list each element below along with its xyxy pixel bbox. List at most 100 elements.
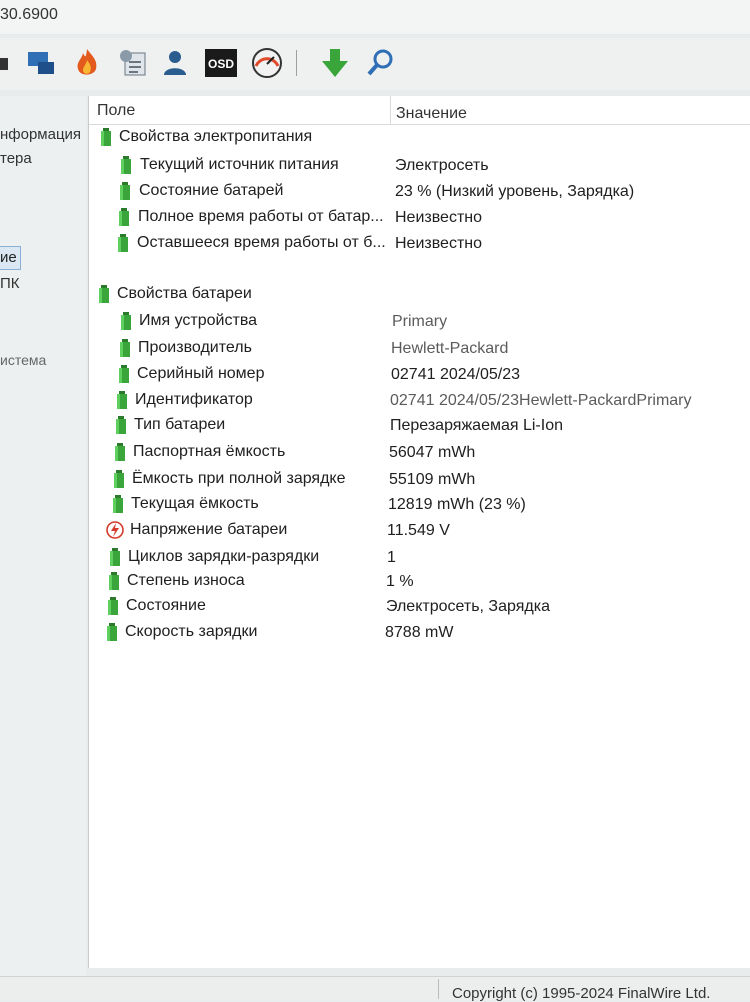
property-row[interactable]: Ёмкость при полной зарядке 55109 mWh — [89, 468, 750, 492]
property-field: Тип батареи — [134, 416, 226, 433]
group-row[interactable]: Свойства электропитания — [89, 126, 750, 150]
property-field: Текущий источник питания — [140, 156, 339, 173]
property-row[interactable]: Серийный номер 02741 2024/05/23 — [89, 363, 750, 387]
copyright-text: Copyright (c) 1995-2024 FinalWire Ltd. — [452, 985, 711, 1002]
nav-item[interactable]: нформация — [0, 126, 81, 143]
svg-text:OSD: OSD — [208, 57, 234, 71]
property-value: 8788 mW — [385, 624, 454, 641]
nav-item[interactable]: тера — [0, 150, 32, 167]
search-icon[interactable] — [364, 46, 398, 80]
property-value: 23 % (Низкий уровень, Зарядка) — [395, 183, 635, 200]
property-field: Идентификатор — [135, 391, 253, 408]
property-row[interactable]: Идентификатор 02741 2024/05/23Hewlett-Pac… — [89, 389, 750, 413]
property-field: Имя устройства — [139, 312, 258, 329]
property-field: Серийный номер — [137, 365, 265, 382]
property-field: Паспортная ёмкость — [133, 443, 286, 460]
status-bar: Copyright (c) 1995-2024 FinalWire Ltd. — [0, 976, 750, 1002]
property-list: Поле Значение Свойства электропитания Тек… — [88, 96, 750, 968]
property-value: 02741 2024/05/23 — [391, 366, 521, 383]
property-field: Циклов зарядки-разрядки — [128, 548, 320, 565]
group-row[interactable]: Свойства батареи — [89, 283, 750, 307]
property-value: Перезаряжаемая Li-Ion — [390, 417, 563, 434]
column-divider[interactable] — [390, 96, 391, 124]
group-title: Свойства батареи — [117, 285, 252, 302]
battery-icon — [111, 495, 125, 513]
property-value: 02741 2024/05/23Hewlett-PackardPrimary — [390, 392, 692, 409]
property-value: 55109 mWh — [389, 471, 476, 488]
battery-icon — [113, 443, 127, 461]
property-row[interactable]: Текущий источник питания Электросеть — [89, 154, 750, 178]
battery-icon — [107, 572, 121, 590]
property-field: Оставшееся время работы от б... — [137, 234, 386, 251]
property-row[interactable]: Скорость зарядки 8788 mW — [89, 621, 750, 645]
battery-icon — [105, 623, 119, 641]
property-row[interactable]: Производитель Hewlett-Packard — [89, 337, 750, 361]
group-title: Свойства электропитания — [119, 128, 313, 145]
battery-icon — [118, 182, 132, 200]
property-value: Primary — [392, 313, 448, 330]
property-field: Полное время работы от батар... — [138, 208, 384, 225]
property-row[interactable]: Циклов зарядки-разрядки 1 — [89, 546, 750, 570]
battery-icon — [114, 416, 128, 434]
property-row[interactable]: Полное время работы от батар... Неизвестн… — [89, 206, 750, 230]
nav-item-selected[interactable]: ие — [0, 246, 21, 270]
property-value: 1 — [387, 549, 396, 566]
property-row[interactable]: Степень износа 1 % — [89, 570, 750, 594]
toolbar-separator — [296, 50, 297, 76]
property-row[interactable]: Имя устройства Primary — [89, 310, 750, 334]
property-field: Скорость зарядки — [125, 623, 258, 640]
status-separator — [438, 979, 439, 999]
report-icon[interactable] — [116, 46, 150, 80]
toolbar: OSD — [0, 38, 750, 90]
property-field: Напряжение батареи — [130, 521, 288, 538]
battery-icon — [116, 234, 130, 252]
property-field: Текущая ёмкость — [131, 495, 259, 512]
nav-item[interactable]: истема — [0, 352, 46, 368]
window-titlebar: 30.6900 — [0, 0, 750, 34]
property-field: Степень износа — [127, 572, 245, 589]
property-field: Состояние батарей — [139, 182, 284, 199]
battery-icon — [97, 285, 111, 303]
property-value: Электросеть — [395, 157, 489, 174]
property-row[interactable]: Напряжение батареи 11.549 V — [89, 519, 750, 543]
property-value: 11.549 V — [387, 522, 450, 539]
column-header-value[interactable]: Значение — [396, 105, 467, 123]
property-row[interactable]: Оставшееся время работы от б... Неизвестн… — [89, 232, 750, 256]
battery-icon — [118, 339, 132, 357]
voltage-icon — [106, 521, 124, 539]
property-row[interactable]: Состояние батарей 23 % (Низкий уровень, З… — [89, 180, 750, 204]
property-field: Ёмкость при полной зарядке — [132, 470, 346, 487]
user-icon[interactable] — [158, 46, 192, 80]
battery-icon — [117, 365, 131, 383]
osd-icon[interactable]: OSD — [204, 46, 238, 80]
property-value: Электросеть, Зарядка — [386, 598, 550, 615]
nav-item[interactable]: ПК — [0, 275, 20, 292]
battery-icon — [119, 312, 133, 330]
gauge-icon[interactable] — [250, 46, 284, 80]
property-row[interactable]: Состояние Электросеть, Зарядка — [89, 595, 750, 619]
property-row[interactable]: Паспортная ёмкость 56047 mWh — [89, 441, 750, 465]
property-value: Неизвестно — [395, 235, 483, 252]
battery-icon — [117, 208, 131, 226]
network-icon[interactable] — [24, 46, 58, 80]
property-row[interactable]: Тип батареи Перезаряжаемая Li-Ion — [89, 414, 750, 438]
column-header-field[interactable]: Поле — [97, 102, 135, 120]
list-header: Поле Значение — [89, 96, 750, 125]
battery-icon — [106, 597, 120, 615]
property-value: 56047 mWh — [389, 444, 476, 461]
download-icon[interactable] — [318, 46, 352, 80]
property-value: 12819 mWh (23 %) — [388, 496, 526, 513]
battery-icon — [99, 128, 113, 146]
property-value: Неизвестно — [395, 209, 483, 226]
navigation-tree: нформация тера ие ПК истема — [0, 96, 86, 976]
property-row[interactable]: Текущая ёмкость 12819 mWh (23 %) — [89, 493, 750, 517]
battery-icon — [119, 156, 133, 174]
battery-icon — [108, 548, 122, 566]
battery-icon — [115, 391, 129, 409]
battery-icon — [112, 470, 126, 488]
property-field: Производитель — [138, 339, 252, 356]
property-value: 1 % — [386, 573, 414, 590]
property-value: Hewlett-Packard — [391, 340, 509, 357]
flame-icon[interactable] — [70, 46, 104, 80]
hardware-icon[interactable] — [0, 46, 12, 80]
